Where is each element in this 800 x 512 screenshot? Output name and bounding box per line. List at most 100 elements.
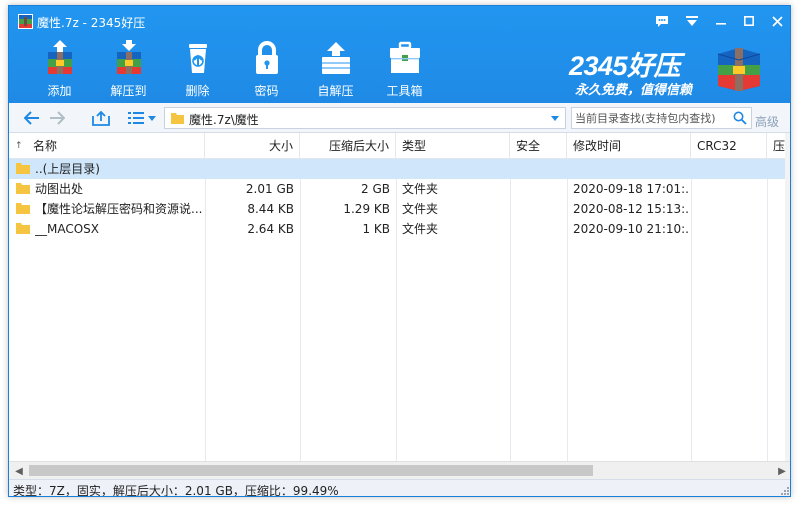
file-size: 2.64 KB xyxy=(247,222,294,236)
column-modified[interactable]: 修改时间 xyxy=(567,133,691,159)
extract-to-icon xyxy=(117,40,141,74)
search-icon[interactable] xyxy=(733,111,747,125)
close-icon xyxy=(771,15,783,27)
extract-to-button[interactable]: 解压到 xyxy=(94,36,163,103)
up-folder-icon xyxy=(92,110,110,126)
toolbar: 添加 解压到 删除 密码 自解压 工具箱 xyxy=(9,36,439,103)
app-logo-icon xyxy=(18,14,33,29)
maximize-icon xyxy=(744,16,754,26)
minimize-icon xyxy=(716,23,726,25)
scrollbar-thumb[interactable] xyxy=(29,465,593,476)
back-arrow-icon xyxy=(24,111,39,125)
scroll-left-icon[interactable]: ◀ xyxy=(11,463,27,479)
horizontal-scrollbar[interactable]: ◀ ▶ xyxy=(9,461,790,479)
app-window: 魔性.7z - 2345好压 添加 解压到 删除 密码 自解压 工具箱 2345… xyxy=(8,5,791,497)
column-crc32[interactable]: CRC32 xyxy=(691,133,767,159)
toolbox-button[interactable]: 工具箱 xyxy=(370,36,439,103)
extract-to-label: 解压到 xyxy=(110,84,147,98)
brand-archive-logo-icon xyxy=(717,48,761,91)
folder-icon xyxy=(16,223,30,234)
menu-button[interactable] xyxy=(679,10,705,32)
file-type: 文件夹 xyxy=(402,222,439,236)
up-level-button[interactable] xyxy=(90,108,112,128)
sort-arrow-icon: ↑ xyxy=(15,141,23,151)
address-bar: 魔性.7z\魔性 高级 xyxy=(9,103,790,133)
window-title: 魔性.7z - 2345好压 xyxy=(37,16,146,30)
search-box xyxy=(571,107,752,129)
feedback-icon xyxy=(656,15,668,27)
forward-button[interactable] xyxy=(46,108,68,128)
view-mode-dropdown[interactable] xyxy=(145,108,159,128)
resize-grip-icon[interactable] xyxy=(780,486,790,496)
file-packed-size: 1 KB xyxy=(362,222,390,236)
lock-icon xyxy=(256,41,278,74)
column-type[interactable]: 类型 xyxy=(396,133,510,159)
chevron-down-icon xyxy=(148,115,156,121)
file-type: 文件夹 xyxy=(402,182,439,196)
file-type: 文件夹 xyxy=(402,202,439,216)
column-compress-method[interactable]: 压 xyxy=(767,133,785,159)
title-bar[interactable]: 魔性.7z - 2345好压 xyxy=(9,6,790,36)
search-input[interactable] xyxy=(575,110,725,126)
brand-name: 2345好压 xyxy=(569,51,681,81)
table-row[interactable]: 动图出处 2.01 GB 2 GB 文件夹 2020-09-18 17:01:.… xyxy=(9,179,785,199)
file-name: 动图出处 xyxy=(35,182,84,196)
folder-icon xyxy=(16,183,30,194)
brand-block: 2345好压 永久免费，值得信赖 xyxy=(569,44,709,100)
folder-icon xyxy=(171,113,184,124)
scroll-right-icon[interactable]: ▶ xyxy=(774,463,790,479)
toolbox-icon xyxy=(390,41,420,73)
menu-icon xyxy=(686,15,698,26)
delete-label: 删除 xyxy=(185,84,210,98)
column-size[interactable]: 大小 xyxy=(205,133,300,159)
vertical-scrollbar[interactable] xyxy=(785,133,790,461)
minimize-button[interactable] xyxy=(708,10,734,32)
table-body: ..(上层目录) 动图出处 2.01 GB 2 GB 文件夹 2020-09-1… xyxy=(9,159,785,461)
column-name-label: 名称 xyxy=(33,139,58,153)
password-label: 密码 xyxy=(254,84,279,98)
status-bar: 类型：7Z，固实，解压后大小：2.01 GB，压缩比：99.49% xyxy=(9,479,790,497)
table-row[interactable]: __MACOSX 2.64 KB 1 KB 文件夹 2020-09-10 21:… xyxy=(9,219,785,239)
forward-arrow-icon xyxy=(50,111,65,125)
list-view-icon xyxy=(128,112,144,124)
file-name: __MACOSX xyxy=(35,222,100,236)
password-button[interactable]: 密码 xyxy=(232,36,301,103)
status-text: 类型：7Z，固实，解压后大小：2.01 GB，压缩比：99.49% xyxy=(13,484,339,497)
file-name: ..(上层目录) xyxy=(35,162,100,176)
add-archive-icon xyxy=(48,40,72,74)
folder-icon xyxy=(16,163,30,174)
view-mode-button[interactable] xyxy=(125,108,147,128)
file-modified: 2020-09-18 17:01:... xyxy=(573,182,689,196)
toolbox-label: 工具箱 xyxy=(386,84,423,98)
self-extract-button[interactable]: 自解压 xyxy=(301,36,370,103)
current-path: 魔性.7z\魔性 xyxy=(189,113,259,127)
delete-icon xyxy=(189,44,207,73)
column-name[interactable]: ↑ 名称 xyxy=(9,133,205,159)
path-field[interactable]: 魔性.7z\魔性 xyxy=(164,107,566,129)
feedback-button[interactable] xyxy=(649,10,675,32)
folder-icon xyxy=(16,203,30,214)
file-packed-size: 1.29 KB xyxy=(343,202,390,216)
self-extract-label: 自解压 xyxy=(317,84,354,98)
file-list: ↑ 名称 大小 压缩后大小 类型 安全 修改时间 CRC32 压 ..(上层目录… xyxy=(9,133,785,461)
table-header: ↑ 名称 大小 压缩后大小 类型 安全 修改时间 CRC32 压 xyxy=(9,133,785,159)
title-toolbar-area: 魔性.7z - 2345好压 添加 解压到 删除 密码 自解压 工具箱 2345… xyxy=(9,6,790,103)
file-size: 2.01 GB xyxy=(245,182,294,196)
column-packed-size[interactable]: 压缩后大小 xyxy=(300,133,396,159)
file-size: 8.44 KB xyxy=(247,202,294,216)
maximize-button[interactable] xyxy=(736,10,762,32)
file-name: 【魔性论坛解压密码和资源说... xyxy=(35,202,203,216)
column-security[interactable]: 安全 xyxy=(510,133,567,159)
delete-button[interactable]: 删除 xyxy=(163,36,232,103)
file-modified: 2020-09-10 21:10:... xyxy=(573,222,689,236)
close-button[interactable] xyxy=(764,10,790,32)
add-button[interactable]: 添加 xyxy=(25,36,94,103)
table-row-parent-dir[interactable]: ..(上层目录) xyxy=(9,159,785,179)
self-extract-icon xyxy=(322,42,350,74)
path-dropdown-icon[interactable] xyxy=(551,116,559,121)
file-modified: 2020-08-12 15:13:... xyxy=(573,202,689,216)
advanced-search-link[interactable]: 高级 xyxy=(755,113,779,130)
add-label: 添加 xyxy=(47,84,72,98)
table-row[interactable]: 【魔性论坛解压密码和资源说... 8.44 KB 1.29 KB 文件夹 202… xyxy=(9,199,785,219)
back-button[interactable] xyxy=(21,108,43,128)
